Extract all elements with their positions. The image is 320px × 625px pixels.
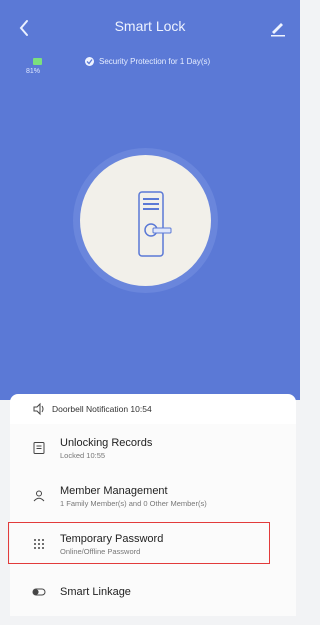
document-icon: [33, 442, 45, 454]
members-icon: [33, 490, 45, 502]
menu-sub: 1 Family Member(s) and 0 Other Member(s): [60, 498, 207, 508]
menu-item-smart-linkage[interactable]: Smart Linkage: [10, 568, 296, 616]
menu-item-unlocking-records[interactable]: Unlocking Records Locked 10:55: [10, 424, 296, 472]
edit-button[interactable]: [268, 18, 288, 38]
toggle-icon: [32, 588, 46, 596]
smart-lock-icon: [133, 190, 173, 260]
menu-item-member-management[interactable]: Member Management 1 Family Member(s) and…: [10, 472, 296, 520]
security-status: Security Protection for 1 Day(s): [85, 57, 210, 66]
top-bar: Smart Lock: [0, 14, 300, 44]
menu-list: Unlocking Records Locked 10:55 Member Ma…: [10, 424, 296, 616]
security-text: Security Protection for 1 Day(s): [99, 57, 211, 66]
pencil-icon: [271, 23, 285, 37]
notification-text: Doorbell Notification 10:54: [52, 404, 152, 414]
doorbell-notification[interactable]: Doorbell Notification 10:54: [10, 394, 296, 425]
speaker-icon: [33, 402, 44, 416]
menu-label: Smart Linkage: [60, 586, 131, 598]
battery-percent: 81%: [26, 68, 41, 75]
battery-icon: [33, 58, 42, 65]
selection-highlight: [8, 522, 270, 564]
menu-sub: Locked 10:55: [60, 450, 106, 460]
menu-label: Member Management: [60, 484, 168, 497]
page-title: Smart Lock: [114, 18, 186, 34]
menu-label: Unlocking Records: [60, 436, 153, 449]
check-icon: [85, 57, 94, 66]
battery-indicator: 81%: [26, 58, 50, 75]
